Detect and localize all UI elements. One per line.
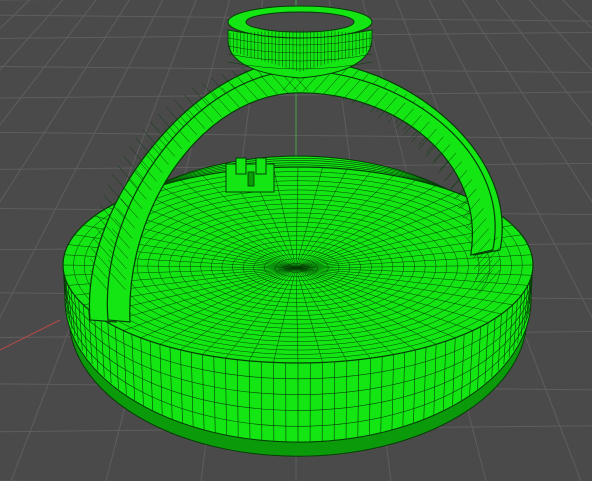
3d-viewport[interactable] <box>0 0 592 481</box>
clip-slot <box>247 171 255 187</box>
viewport-scene[interactable] <box>0 0 592 481</box>
top-ring-hole <box>245 11 355 33</box>
clip-tab-right <box>255 157 267 175</box>
clip-tab-left <box>235 157 247 175</box>
